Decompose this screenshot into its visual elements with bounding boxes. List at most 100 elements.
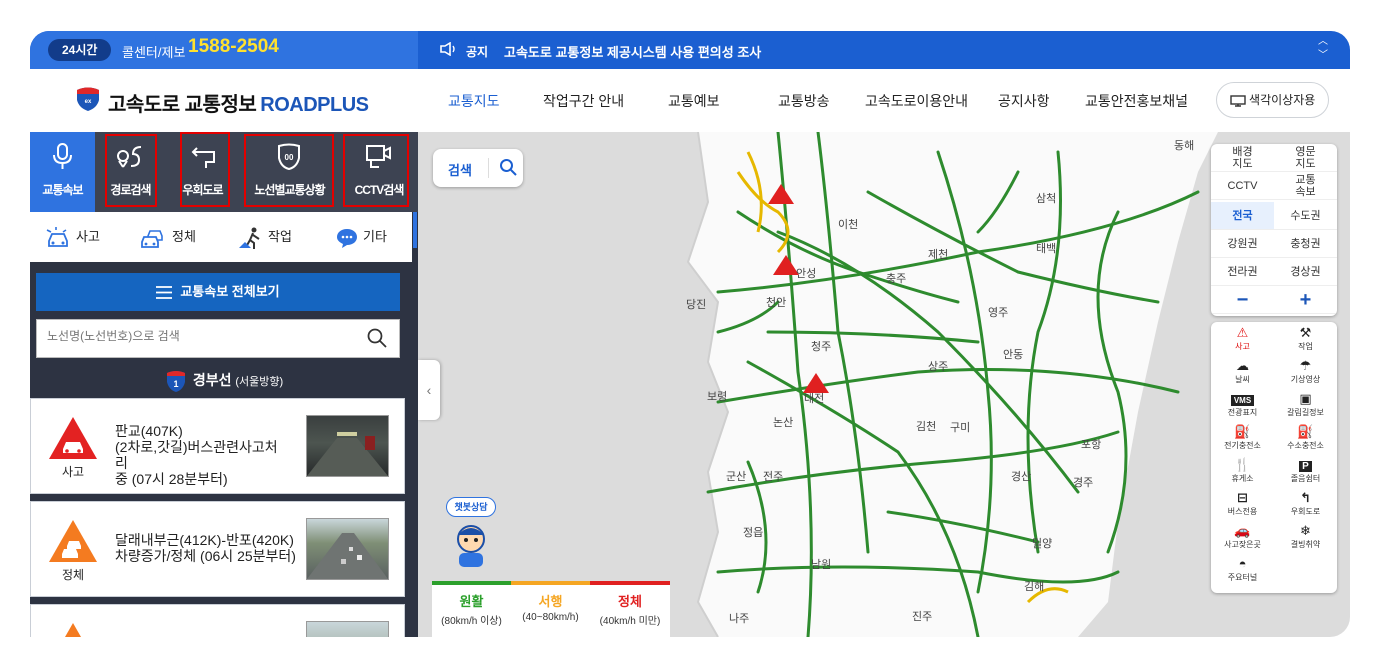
logo-brand: ROADPLUS: [260, 94, 369, 116]
poi-accident[interactable]: ⚠ 사고: [1211, 324, 1274, 357]
city-label: 정읍: [743, 527, 764, 539]
top-notice-bar: 24시간 콜센터/제보 1588-2504 공지 고속도로 교통정보 제공시스템…: [30, 31, 1350, 69]
speed-legend: 원활 (80km/h 이상) 서행 (40~80km/h) 정체 (40km/h 미만…: [432, 581, 670, 637]
region-chungcheong[interactable]: 충청권: [1274, 230, 1337, 258]
region-gyeongsang[interactable]: 경상권: [1274, 258, 1337, 286]
layer-base-map[interactable]: 배경 지도: [1211, 144, 1274, 172]
callcenter-label: 콜센터/제보: [122, 45, 186, 60]
chatbot-button[interactable]: 챗봇상담: [446, 497, 496, 577]
rest-area-icon: 🍴: [1234, 457, 1251, 472]
poi-rest-area[interactable]: 🍴 휴게소: [1211, 456, 1274, 489]
city-label: 이천: [838, 219, 859, 231]
24h-badge: 24시간: [48, 39, 112, 61]
poi-weather[interactable]: ☁ 날씨: [1211, 357, 1274, 390]
color-blind-label: 색각이상자용: [1249, 93, 1316, 107]
chatbot-mascot-icon: [457, 525, 485, 567]
collapse-panel-button[interactable]: ‹: [418, 360, 440, 420]
traffic-map[interactable]: 동해 삼척 태백 이천 제천 충주 안성 당진 천안 영주 청주 상주 안동 보…: [418, 132, 1350, 637]
nav-notices[interactable]: 공지사항: [998, 91, 1050, 111]
layer-cctv[interactable]: CCTV: [1211, 172, 1274, 200]
poi-weather-video[interactable]: ☂ 기상영상: [1274, 357, 1337, 390]
poi-tunnel[interactable]: ◓ 주요터널: [1211, 555, 1274, 588]
logo-text: 고속도로 교통정보: [108, 94, 257, 116]
detour-icon: ↰: [1300, 490, 1311, 505]
city-label: 안성: [796, 268, 817, 280]
site-logo[interactable]: 고속도로 교통정보 ROADPLUS: [108, 88, 369, 117]
tab-traffic-news[interactable]: 교통속보: [30, 132, 95, 212]
city-label: 남원: [811, 559, 832, 571]
poi-vms[interactable]: VMS 전광표지: [1211, 390, 1274, 423]
map-search-button[interactable]: 검색: [433, 149, 523, 187]
work-icon: ⚒: [1299, 325, 1312, 340]
weather-video-icon: ☂: [1299, 358, 1312, 373]
traffic-news-card[interactable]: 사고 판교(407K) (2차로,갓길)버스관련사고처리 중 (07시 28분부터): [30, 398, 405, 494]
svg-text:1: 1: [173, 379, 178, 389]
poi-drowsy-shelter[interactable]: P 졸음쉼터: [1274, 456, 1337, 489]
highlight-box: [105, 134, 157, 207]
cctv-thumbnail[interactable]: [306, 415, 389, 477]
route-search-input[interactable]: [47, 329, 347, 343]
traffic-news-card[interactable]: 정체 달래내부근(412K)-반포(420K) 차량증가/정체 (06시 25분부…: [30, 501, 405, 597]
city-label: 나주: [729, 613, 750, 625]
cctv-thumbnail[interactable]: [306, 518, 389, 580]
poi-bus-lane[interactable]: ⊟ 버스전용: [1211, 489, 1274, 522]
legend-slow: 서행 (40~80km/h): [511, 581, 590, 637]
layer-english-map[interactable]: 영문 지도: [1274, 144, 1337, 172]
city-label: 상주: [928, 361, 949, 373]
nav-traffic-broadcast[interactable]: 교통방송: [778, 91, 830, 111]
zoom-in-button[interactable]: +: [1274, 286, 1337, 314]
region-capital[interactable]: 수도권: [1274, 202, 1337, 230]
route-name: 경부선: [192, 372, 232, 388]
city-label: 천안: [766, 297, 787, 309]
region-jeolla[interactable]: 전라권: [1211, 258, 1274, 286]
city-label: 안동: [1003, 349, 1024, 361]
chevron-left-icon: ‹: [426, 382, 432, 398]
chevron-down-icon[interactable]: ﹀: [1318, 49, 1328, 63]
poi-detour[interactable]: ↰ 우회도로: [1274, 489, 1337, 522]
city-label: 태백: [1036, 243, 1057, 255]
layer-traffic-news[interactable]: 교통 속보: [1274, 172, 1337, 200]
route-search-box: [36, 319, 400, 358]
worker-icon: [239, 227, 260, 249]
poi-accident-prone[interactable]: 🚗 사고잦은곳: [1211, 522, 1274, 555]
nav-safety-channel[interactable]: 교통안전홍보채널: [1085, 91, 1188, 111]
ev-charger-icon: ⛽: [1234, 424, 1251, 439]
city-label: 충주: [886, 273, 907, 285]
cctv-thumbnail[interactable]: [306, 621, 389, 637]
nav-highway-guide[interactable]: 고속도로이용안내: [865, 91, 968, 111]
city-label: 군산: [726, 471, 747, 483]
menu-icon: [156, 286, 173, 299]
chat-bubble-icon: [337, 228, 357, 248]
category-work[interactable]: 작업: [238, 226, 292, 249]
poi-work[interactable]: ⚒ 작업: [1274, 324, 1337, 357]
poi-ice[interactable]: ❄ 결빙취약: [1274, 522, 1337, 555]
region-nationwide[interactable]: 전국: [1211, 202, 1274, 230]
incident-category-row: 사고 정체 작업 기타: [30, 212, 418, 262]
color-blind-mode-button[interactable]: 색각이상자용: [1216, 82, 1329, 118]
notice-text[interactable]: 고속도로 교통정보 제공시스템 사용 편의성 조사: [504, 42, 761, 61]
category-other[interactable]: 기타: [335, 226, 387, 249]
chevron-up-icon[interactable]: ︿: [1318, 35, 1328, 49]
notice-scroll-arrows[interactable]: ︿ ﹀: [1318, 35, 1328, 63]
city-label: 논산: [773, 417, 794, 429]
chatbot-label: 챗봇상담: [446, 497, 496, 517]
ice-icon: ❄: [1300, 523, 1311, 538]
view-all-traffic-news-button[interactable]: 교통속보 전체보기: [36, 273, 400, 311]
poi-ev-charger[interactable]: ⛽ 전기충전소: [1211, 423, 1274, 456]
city-label: 제천: [928, 249, 949, 261]
category-accident[interactable]: 사고: [46, 226, 100, 249]
zoom-out-button[interactable]: −: [1211, 286, 1274, 314]
category-label: 정체: [172, 229, 196, 244]
poi-junction[interactable]: ▣ 갈림길정보: [1274, 390, 1337, 423]
highway-logo-icon: ex: [77, 87, 99, 111]
callcenter-phone[interactable]: 1588-2504: [188, 36, 279, 58]
nav-traffic-forecast[interactable]: 교통예보: [668, 91, 720, 111]
region-gangwon[interactable]: 강원권: [1211, 230, 1274, 258]
nav-work-zone[interactable]: 작업구간 안내: [543, 91, 624, 111]
category-congestion[interactable]: 정체: [140, 226, 196, 249]
nav-traffic-map[interactable]: 교통지도: [448, 91, 500, 111]
traffic-news-card[interactable]: [30, 604, 405, 637]
tunnel-icon: ◓: [1238, 556, 1247, 571]
search-icon[interactable]: [367, 328, 387, 348]
poi-hydrogen[interactable]: ⛽ 수소충전소: [1274, 423, 1337, 456]
